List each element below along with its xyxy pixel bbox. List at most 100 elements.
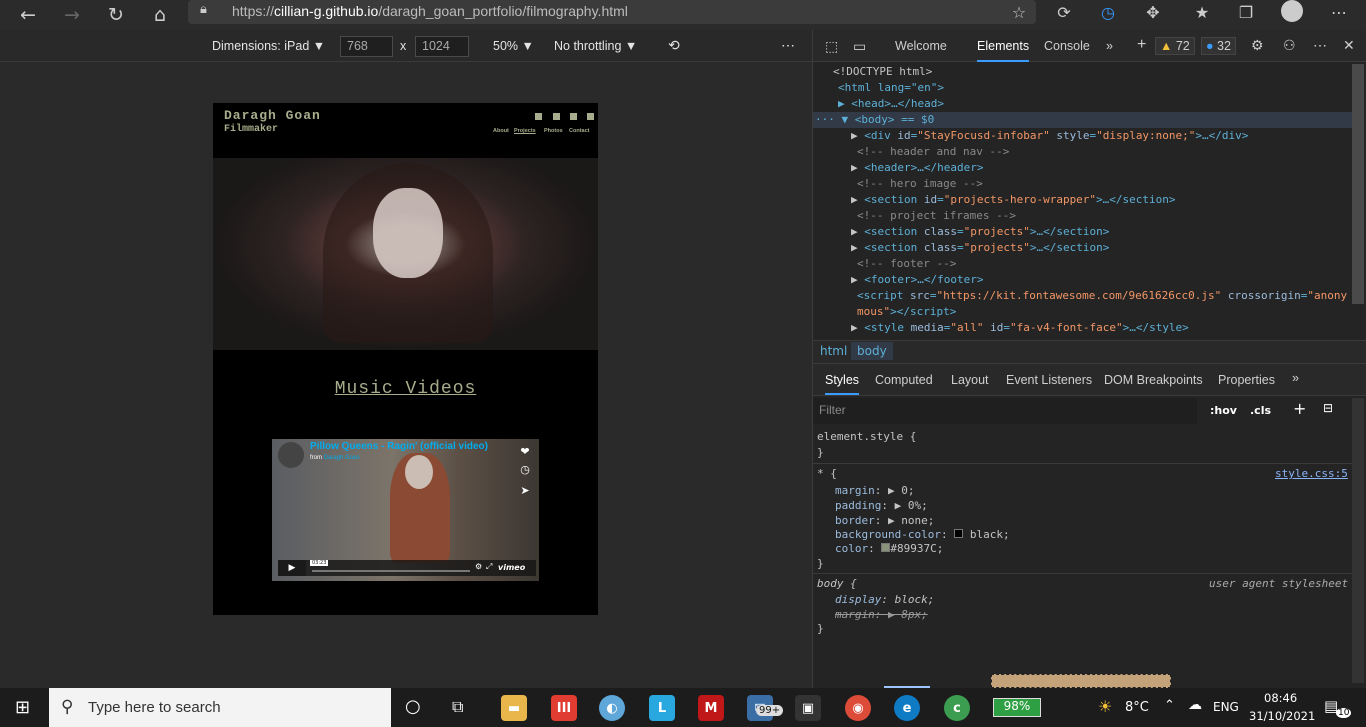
language-indicator[interactable]: ENG [1213,700,1239,714]
nav-about[interactable]: About [493,128,509,134]
vimeo-social-icon[interactable] [535,113,542,120]
video-progress[interactable] [312,570,470,572]
extensions-icon[interactable]: ✥ [1139,0,1167,24]
nav-projects[interactable]: Projects [514,128,536,134]
dom-line-doctype[interactable]: <!DOCTYPE html> [833,64,932,80]
tab-console[interactable]: Console [1044,39,1090,53]
issues-badge[interactable]: ● 32 [1201,37,1236,55]
video-author-link[interactable]: Daragh Goan [324,455,360,461]
dom-comment-footer[interactable]: <!-- footer --> [857,256,956,272]
play-icon[interactable]: ▶ [278,560,306,576]
back-arrow-icon[interactable]: ← [13,0,43,30]
taskbar-search[interactable]: ⚲ Type here to search [49,688,391,727]
inspect-icon[interactable]: ⬚ [825,38,838,55]
tray-chevron-icon[interactable]: ⌃ [1164,698,1175,713]
devtools-more-icon[interactable]: ⋯ [1313,37,1327,54]
dom-line-projects-2[interactable]: ▶ <section class="projects">…</section> [851,240,1109,256]
url-text[interactable]: https://cillian-g.github.io/daragh_goan_… [232,3,628,19]
hov-toggle[interactable]: :hov [1210,404,1237,417]
universal-selector[interactable]: * { [817,466,837,482]
stylesheet-link[interactable]: style.css:5 [1275,466,1348,482]
lock-icon[interactable]: 🔒︎ [200,2,207,17]
file-explorer-icon[interactable]: ▬ [501,695,527,721]
clock-time[interactable]: 08:46 [1264,691,1297,705]
temperature[interactable]: 8°C [1125,700,1149,715]
color-swatch-black[interactable] [954,529,964,538]
video-title[interactable]: Pillow Queens - Ragin' (official video) [310,441,488,452]
l-app-icon[interactable]: L [649,695,675,721]
tab-dom-breakpoints[interactable]: DOM Breakpoints [1104,373,1203,387]
mcafee-icon[interactable]: M [698,695,724,721]
dom-line-footer[interactable]: ▶ <footer>…</footer> [851,272,983,288]
store-icon[interactable]: ▣ [795,695,821,721]
more-tabs-icon[interactable]: » [1106,39,1113,53]
favorites-icon[interactable]: ★ [1188,0,1216,24]
clock-extension-icon[interactable]: ◷ [1094,0,1122,24]
vimeo-logo[interactable]: vimeo [498,563,525,572]
dom-line-script-cont[interactable]: mous"></script> [857,304,956,320]
dom-line-style[interactable]: ▶ <style media="all" id="fa-v4-font-face… [851,320,1189,336]
dimensions-dropdown[interactable]: Dimensions: iPad ▼ [212,39,325,53]
throttling-dropdown[interactable]: No throttling ▼ [554,39,637,53]
read-aloud-icon[interactable]: ⟳ [1050,0,1078,24]
customize-icon[interactable]: ⚇ [1283,37,1296,54]
brand-name[interactable]: Daragh Goan [224,108,321,123]
device-more-icon[interactable]: ⋯ [781,37,795,54]
styles-filter-input[interactable]: Filter [813,398,1197,424]
computed-sidebar-icon[interactable]: ⊟ [1323,401,1333,415]
edge-icon[interactable]: e [894,695,920,721]
dom-line-hero-section[interactable]: ▶ <section id="projects-hero-wrapper">…<… [851,192,1176,208]
cortana-icon[interactable]: ○ [405,696,421,717]
dom-line-script[interactable]: <script src="https://kit.fontawesome.com… [857,288,1347,304]
tab-properties[interactable]: Properties [1218,373,1275,387]
chrome-icon[interactable]: ◉ [845,695,871,721]
task-view-icon[interactable]: ⧉ [452,697,463,717]
vimeo-embed[interactable]: Pillow Queens - Ragin' (official video) … [272,439,539,581]
tab-event-listeners[interactable]: Event Listeners [1006,373,1092,387]
dom-line-header[interactable]: ▶ <header>…</header> [851,160,983,176]
forward-arrow-icon[interactable]: → [57,0,87,30]
author-avatar[interactable] [278,442,304,468]
new-rule-icon[interactable]: + [1293,399,1306,418]
weather-icon[interactable]: ☀ [1098,697,1112,716]
element-style-rule[interactable]: element.style { [817,429,916,445]
ua-prop-margin[interactable]: margin: ▶ 8px; [835,607,928,623]
tab-computed[interactable]: Computed [875,373,933,387]
fullscreen-icon[interactable]: ⤢ [486,562,492,572]
dom-comment-hero[interactable]: <!-- hero image --> [857,176,983,192]
youtube-social-icon[interactable] [570,113,577,120]
home-icon[interactable]: ⌂ [145,0,175,30]
device-toggle-icon[interactable]: ▭ [853,38,866,55]
watch-later-icon[interactable]: ◷ [517,461,533,477]
prop-color[interactable]: color: #89937C; [835,541,943,557]
tab-elements[interactable]: Elements [977,39,1030,62]
office-app-icon[interactable]: III [551,695,577,721]
favorite-add-icon[interactable]: ☆ [1005,0,1033,24]
dom-comment-iframes[interactable]: <!-- project iframes --> [857,208,1016,224]
close-devtools-icon[interactable]: ✕ [1343,37,1355,54]
dom-line-infobar[interactable]: ▶ <div id="StayFocusd-infobar" style="di… [851,128,1248,144]
refresh-icon[interactable]: ↻ [101,0,131,30]
settings-icon[interactable]: ⚙ [475,562,482,571]
tab-layout[interactable]: Layout [951,373,989,387]
zoom-dropdown[interactable]: 50% ▼ [493,39,534,53]
ua-prop-display[interactable]: display: block; [835,592,934,608]
battery-indicator[interactable]: 98% [993,698,1041,717]
dom-line-body[interactable]: ··· ▼ <body> == $0 [815,112,934,128]
add-tab-icon[interactable]: + [1137,36,1146,54]
dom-line-head[interactable]: ▶ <head>…</head> [838,96,944,112]
network-icon[interactable]: ☁ [1188,697,1202,713]
dom-line-html[interactable]: <html lang="en"> [838,80,944,96]
cls-toggle[interactable]: .cls [1250,404,1271,417]
nav-photos[interactable]: Photos [544,128,563,134]
windows-start-icon[interactable]: ⊞ [15,697,30,718]
clock-date[interactable]: 31/10/2021 [1249,709,1315,723]
box-model-diagram[interactable] [991,674,1171,688]
email-social-icon[interactable] [587,113,594,120]
body-selector[interactable]: body { [817,576,857,592]
collections-icon[interactable]: ❐ [1232,0,1260,24]
dom-comment-header[interactable]: <!-- header and nav --> [857,144,1009,160]
prop-padding[interactable]: padding: ▶ 0%; [835,498,928,514]
warnings-badge[interactable]: ▲ 72 [1155,37,1195,55]
heart-icon[interactable]: ❤ [517,443,533,459]
